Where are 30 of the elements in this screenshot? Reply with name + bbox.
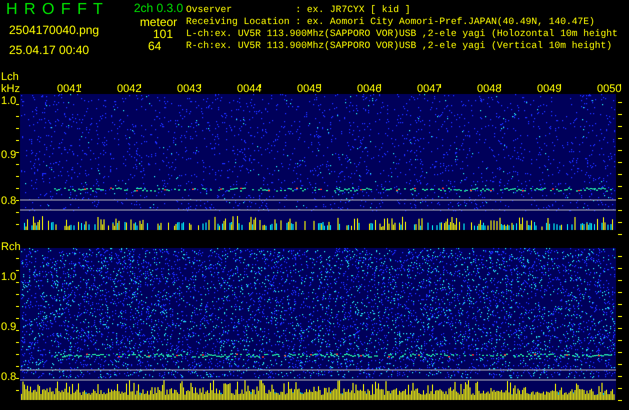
time-label: 0047 — [417, 83, 442, 95]
meteor-count: 64 — [148, 40, 162, 52]
channel-label: Lch — [1, 71, 19, 83]
time-label: 0045 — [297, 83, 322, 95]
time-label: 0046 — [357, 83, 382, 95]
station-info: L-ch:ex. UV5R 113.900Mhz(SAPPORO VOR)USB ,2-ele yagi (Holozontal 10m height — [186, 28, 618, 40]
date-time: 25.04.17 00:40 — [9, 42, 90, 59]
time-label: 0049 — [537, 83, 562, 95]
app-name: H R O F F T — [6, 0, 105, 20]
station-info: Ovserver : ex. JR7CYX [ kid ] — [186, 4, 412, 16]
station-info: Receiving Location : ex. Aomori City Aomori-Pref.JAPAN(40.49N, 140.47E) — [186, 16, 596, 28]
frequency-label: 0.8 — [1, 195, 16, 207]
version-label: 2ch 0.3.0 — [134, 0, 184, 16]
station-info: R-ch:ex. UV5R 113.900Mhz(SAPPORO VOR)USB ,2-ele yagi (Vertical 10m height) — [186, 40, 614, 52]
time-label: 0048 — [477, 83, 502, 95]
time-label: 0044 — [237, 83, 262, 95]
meteor-label: meteor — [140, 16, 178, 28]
frequency-label: 0.9 — [1, 321, 16, 333]
time-label: 0041 — [57, 83, 82, 95]
time-label: 0042 — [117, 83, 142, 95]
file-name: 2504170040.png — [9, 22, 100, 39]
frequency-label: 0.8 — [1, 371, 16, 383]
unit-label: kHz — [1, 83, 20, 95]
time-label: 0050 — [597, 83, 622, 95]
frequency-label: 0.9 — [1, 149, 16, 161]
channel-label: Rch — [1, 241, 21, 253]
frequency-label: 1.0 — [1, 271, 16, 283]
time-label: 0043 — [177, 83, 202, 95]
meteor-count: 101 — [152, 28, 173, 40]
frequency-label: 1.0 — [1, 95, 16, 107]
